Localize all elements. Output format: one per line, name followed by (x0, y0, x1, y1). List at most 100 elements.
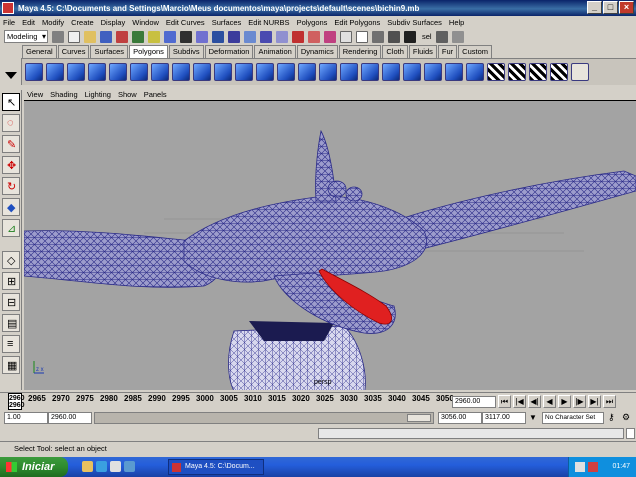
tab-cloth[interactable]: Cloth (382, 45, 408, 58)
poly-combine-icon[interactable] (151, 63, 169, 81)
layout-outliner-button[interactable]: ▤ (2, 314, 20, 332)
snap-point-icon[interactable] (228, 30, 240, 43)
tab-deformation[interactable]: Deformation (204, 45, 254, 58)
select-by-type-icon[interactable] (164, 30, 176, 43)
close-button[interactable]: × (619, 1, 634, 14)
history-icon[interactable] (276, 30, 288, 43)
uv-editor-icon[interactable] (529, 63, 547, 81)
render-icon[interactable] (292, 30, 304, 43)
poly-smooth-icon[interactable] (256, 63, 274, 81)
play-backward-icon[interactable]: ◀ (543, 395, 556, 408)
panel-menu-show[interactable]: Show (118, 90, 137, 99)
menu-surfaces[interactable]: Surfaces (212, 18, 242, 27)
make-live-icon[interactable] (260, 30, 272, 43)
go-to-end-icon[interactable]: ⏭ (603, 395, 616, 408)
quick-select-icon[interactable] (435, 30, 448, 43)
show-tool-settings-icon[interactable] (388, 30, 400, 43)
tab-animation[interactable]: Animation (254, 45, 296, 58)
playback-end-field[interactable]: 3056.00 (438, 412, 482, 424)
poly-separate-icon[interactable] (172, 63, 190, 81)
poly-cube-icon[interactable] (46, 63, 64, 81)
taskbar-maya-button[interactable]: Maya 4.5: C:\Docum... (168, 459, 264, 475)
range-bar[interactable] (94, 412, 434, 424)
key-icon[interactable]: ⚷ (608, 412, 615, 423)
selection-field-icon[interactable] (356, 30, 368, 43)
poly-merge-icon[interactable] (424, 63, 442, 81)
uv-layout-icon[interactable] (508, 63, 526, 81)
lasso-tool-button[interactable]: ◌ (2, 114, 20, 132)
tab-rendering[interactable]: Rendering (338, 45, 382, 58)
tab-fur[interactable]: Fur (437, 45, 458, 58)
poly-boolean-difference-icon[interactable] (214, 63, 232, 81)
end-time-field[interactable]: 3117.00 (482, 412, 526, 424)
step-back-key-icon[interactable]: |◀ (513, 395, 526, 408)
scale-tool-button[interactable]: ◆ (2, 198, 20, 216)
menu-edit[interactable]: Edit (22, 18, 35, 27)
lock-selection-icon[interactable] (180, 30, 192, 43)
checker-texture-icon[interactable] (487, 63, 505, 81)
poly-bevel-icon[interactable] (403, 63, 421, 81)
select-object-icon[interactable] (132, 30, 144, 43)
start-button[interactable]: Iniciar (0, 457, 68, 477)
poly-boolean-intersect-icon[interactable] (235, 63, 253, 81)
select-component-icon[interactable] (148, 30, 160, 43)
go-to-start-icon[interactable]: ⏮ (498, 395, 511, 408)
current-frame-marker[interactable]: 2960 2960 (8, 393, 25, 410)
menu-edit-curves[interactable]: Edit Curves (166, 18, 205, 27)
poly-bridge-icon[interactable] (340, 63, 358, 81)
select-tool-shelf-icon[interactable] (571, 63, 589, 81)
poly-cylinder-icon[interactable] (67, 63, 85, 81)
layout-four-button[interactable]: ⊞ (2, 272, 20, 290)
step-forward-key-icon[interactable]: ▶| (588, 395, 601, 408)
menu-modify[interactable]: Modify (42, 18, 64, 27)
layout-graph-button[interactable]: ≡ (2, 335, 20, 353)
quicklaunch-browser-icon[interactable] (96, 461, 107, 472)
poly-wedge-icon[interactable] (382, 63, 400, 81)
checker-uv-icon[interactable] (550, 63, 568, 81)
layout-single-button[interactable]: ◇ (2, 251, 20, 269)
poly-triangulate-icon[interactable] (445, 63, 463, 81)
minimize-button[interactable]: _ (587, 1, 602, 14)
menu-edit-polygons[interactable]: Edit Polygons (334, 18, 380, 27)
poly-split-icon[interactable] (361, 63, 379, 81)
quicklaunch-desktop-icon[interactable] (110, 461, 121, 472)
tab-custom[interactable]: Custom (458, 45, 492, 58)
time-slider[interactable]: 2965 2970 2975 2980 2985 2990 2995 3000 … (0, 392, 636, 410)
snap-curve-icon[interactable] (212, 30, 224, 43)
play-forward-icon[interactable]: ▶ (558, 395, 571, 408)
character-set-dropdown-icon[interactable]: ▼ (529, 413, 537, 422)
poly-sphere-icon[interactable] (25, 63, 43, 81)
select-tool-button[interactable]: ↖ (2, 93, 20, 111)
poly-extrude-face-icon[interactable] (298, 63, 316, 81)
panel-menu-panels[interactable]: Panels (144, 90, 167, 99)
mode-selector[interactable]: Modeling (4, 30, 48, 43)
step-forward-frame-icon[interactable]: |▶ (573, 395, 586, 408)
layout-two-side-button[interactable]: ⊟ (2, 293, 20, 311)
tab-polygons[interactable]: Polygons (129, 45, 168, 58)
poly-mirror-icon[interactable] (277, 63, 295, 81)
new-scene-icon[interactable] (68, 30, 80, 43)
poly-cone-icon[interactable] (88, 63, 106, 81)
range-thumb[interactable] (407, 414, 431, 422)
move-tool-button[interactable]: ✥ (2, 156, 20, 174)
playback-start-field[interactable]: 2960.00 (48, 412, 92, 424)
tray-volume-icon[interactable] (588, 462, 598, 472)
menu-polygons[interactable]: Polygons (297, 18, 328, 27)
paint-select-tool-button[interactable]: ✎ (2, 135, 20, 153)
ipr-render-icon[interactable] (308, 30, 320, 43)
panel-menu-view[interactable]: View (27, 90, 43, 99)
menu-file[interactable]: File (3, 18, 15, 27)
step-back-frame-icon[interactable]: ◀| (528, 395, 541, 408)
poly-torus-icon[interactable] (130, 63, 148, 81)
shelf-menu[interactable] (0, 58, 22, 85)
menu-subdiv-surfaces[interactable]: Subdiv Surfaces (387, 18, 442, 27)
poly-quadrangulate-icon[interactable] (466, 63, 484, 81)
current-time-field[interactable]: 2960.00 (452, 396, 496, 408)
script-editor-icon[interactable] (626, 428, 635, 439)
render-globals-icon[interactable] (324, 30, 336, 43)
quicklaunch-media-icon[interactable] (124, 461, 135, 472)
maximize-button[interactable]: □ (603, 1, 618, 14)
menu-create[interactable]: Create (71, 18, 94, 27)
input-field-icon[interactable] (340, 30, 352, 43)
open-scene-icon[interactable] (84, 30, 96, 43)
